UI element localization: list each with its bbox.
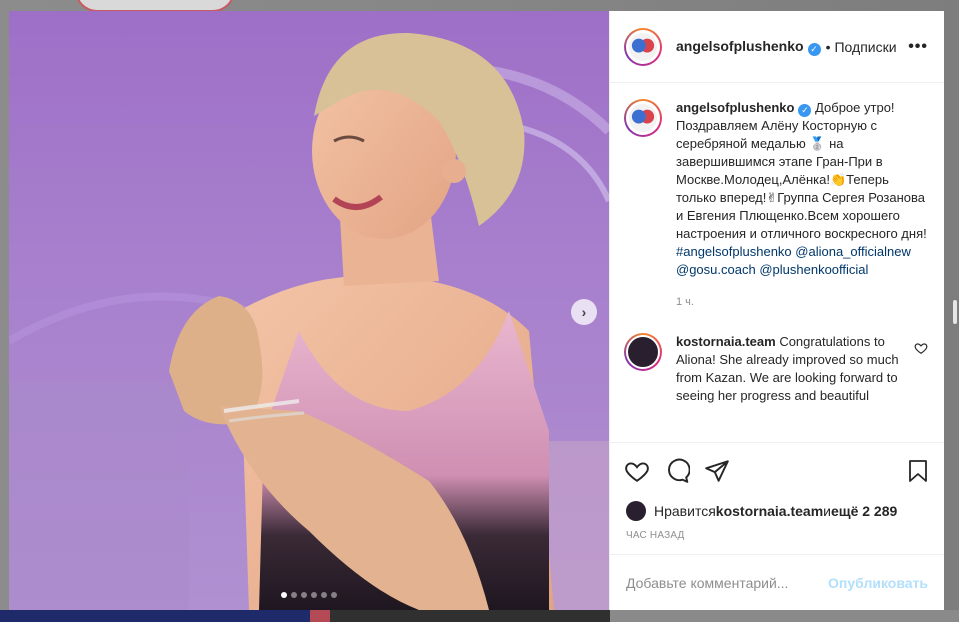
caption: angelsofplushenko ✓ Доброе утро! Поздравл…: [624, 99, 928, 311]
likes-middle: и: [823, 503, 831, 519]
liker-avatar: [626, 501, 646, 521]
mention-link[interactable]: @gosu.coach: [676, 262, 756, 277]
publish-button[interactable]: Опубликовать: [828, 575, 928, 591]
caption-username[interactable]: angelsofplushenko ✓: [676, 100, 812, 117]
caption-body: angelsofplushenko ✓ Доброе утро! Поздравл…: [676, 99, 928, 311]
comment-item: kostornaia.team Congratulations to Alion…: [624, 333, 928, 405]
slide-dot: [301, 592, 307, 598]
next-post-handle[interactable]: [953, 300, 957, 324]
angels-logo-icon: [629, 32, 657, 61]
background-feed-strip: [0, 610, 959, 622]
slide-dot: [291, 592, 297, 598]
chevron-right-icon: ›: [581, 304, 587, 320]
header-separator: •: [825, 38, 831, 55]
author-avatar[interactable]: [624, 27, 662, 66]
post-modal: › angelsofplushenko ✓ • Подписки ••• ang…: [9, 11, 944, 610]
slide-dot: [281, 592, 287, 598]
mention-link[interactable]: @aliona_officialnew: [795, 244, 911, 259]
comment-input[interactable]: [626, 574, 829, 591]
angels-logo-icon: [629, 104, 657, 132]
caption-author-avatar[interactable]: [624, 99, 662, 137]
liker-username[interactable]: kostornaia.team: [716, 503, 823, 519]
verified-badge-icon: ✓: [807, 42, 821, 56]
slide-dot: [321, 592, 327, 598]
hashtag-link[interactable]: #angelsofplushenko: [676, 244, 792, 259]
commenter-avatar[interactable]: [624, 333, 662, 371]
clap-emoji-icon: 👏: [829, 172, 847, 187]
comment-body: kostornaia.team Congratulations to Alion…: [676, 333, 904, 405]
caption-time[interactable]: 1 ч.: [676, 293, 928, 311]
next-slide-button[interactable]: ›: [571, 299, 597, 325]
comment-bubble-icon[interactable]: [664, 458, 690, 484]
add-comment-form: Опубликовать: [610, 554, 944, 610]
slide-dot: [311, 592, 317, 598]
medal-emoji-icon: 🥈: [809, 136, 826, 151]
more-options-icon[interactable]: •••: [908, 38, 928, 56]
save-bookmark-icon[interactable]: [906, 458, 930, 484]
comments-list[interactable]: angelsofplushenko ✓ Доброе утро! Поздравл…: [610, 83, 944, 442]
post-timestamp[interactable]: час назад: [610, 524, 944, 554]
likes-prefix: Нравится: [654, 503, 716, 519]
post-side-panel: angelsofplushenko ✓ • Подписки ••• angels…: [609, 11, 944, 610]
commenter-username[interactable]: kostornaia.team: [676, 334, 776, 349]
post-photo[interactable]: ›: [9, 11, 609, 610]
photo-illustration: [9, 32, 609, 610]
author-username[interactable]: angelsofplushenko ✓: [676, 38, 821, 56]
victory-emoji-icon: ✌: [766, 190, 778, 205]
likes-summary[interactable]: Нравится kostornaia.team и ещё 2 289: [610, 498, 944, 524]
slide-indicator: [9, 592, 609, 598]
slide-dot: [331, 592, 337, 598]
share-paper-plane-icon[interactable]: [704, 458, 730, 484]
following-button[interactable]: Подписки: [834, 39, 896, 55]
post-header: angelsofplushenko ✓ • Подписки •••: [610, 11, 944, 83]
like-comment-heart-icon[interactable]: [914, 341, 928, 355]
post-actions: [610, 442, 944, 498]
likes-count[interactable]: ещё 2 289: [831, 503, 897, 519]
verified-badge-icon: ✓: [798, 103, 812, 117]
like-heart-icon[interactable]: [624, 458, 650, 484]
mention-link[interactable]: @plushenkoofficial: [759, 262, 868, 277]
